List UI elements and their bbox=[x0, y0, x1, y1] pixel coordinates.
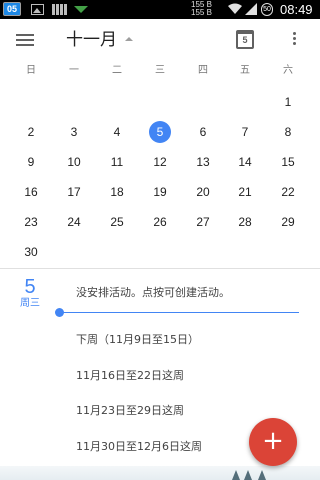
more-vert-icon[interactable] bbox=[288, 32, 300, 48]
calendar-day-selected[interactable]: 5 bbox=[145, 121, 175, 143]
weekday-header: 六 bbox=[283, 65, 293, 76]
calendar-day[interactable]: 18 bbox=[102, 181, 132, 203]
current-time-dot bbox=[55, 308, 64, 317]
calendar-day[interactable]: 29 bbox=[273, 211, 303, 233]
calendar-day[interactable]: 10 bbox=[59, 151, 89, 173]
agenda-date: 5 bbox=[24, 276, 36, 298]
calendar-day[interactable]: 26 bbox=[145, 211, 175, 233]
grid-icon bbox=[52, 4, 68, 15]
calendar-day[interactable]: 23 bbox=[16, 211, 46, 233]
weekday-header: 五 bbox=[240, 65, 250, 76]
signal-icon bbox=[245, 3, 257, 15]
tree-icon bbox=[244, 470, 252, 480]
calendar-day[interactable]: 7 bbox=[230, 121, 260, 143]
weekday-header: 一 bbox=[69, 65, 79, 76]
calendar-day[interactable]: 15 bbox=[273, 151, 303, 173]
calendar-day[interactable]: 21 bbox=[230, 181, 260, 203]
month-title[interactable]: 十一月 bbox=[66, 29, 117, 51]
weekday-header: 三 bbox=[155, 65, 165, 76]
dropdown-caret-icon[interactable] bbox=[125, 37, 133, 41]
bottom-illustration bbox=[0, 466, 320, 480]
calendar-day[interactable]: 16 bbox=[16, 181, 46, 203]
calendar-day[interactable]: 28 bbox=[230, 211, 260, 233]
no-events-message[interactable]: 没安排活动。点按可创建活动。 bbox=[76, 285, 230, 300]
battery-icon: 50 bbox=[261, 3, 273, 16]
calendar-day[interactable]: 11 bbox=[102, 151, 132, 173]
today-calendar-icon[interactable]: 5 bbox=[236, 30, 254, 49]
calendar-day[interactable]: 24 bbox=[59, 211, 89, 233]
calendar-day[interactable]: 14 bbox=[230, 151, 260, 173]
calendar-day[interactable]: 30 bbox=[16, 241, 46, 263]
calendar-day[interactable]: 12 bbox=[145, 151, 175, 173]
notification-badge: 05 bbox=[3, 2, 21, 16]
calendar-day[interactable]: 22 bbox=[273, 181, 303, 203]
calendar-day[interactable]: 8 bbox=[273, 121, 303, 143]
divider bbox=[0, 268, 320, 269]
calendar-day[interactable]: 6 bbox=[188, 121, 218, 143]
calendar-day[interactable]: 25 bbox=[102, 211, 132, 233]
calendar-day[interactable]: 3 bbox=[59, 121, 89, 143]
agenda-week-item[interactable]: 下周（11月9日至15日） bbox=[76, 332, 199, 347]
calendar-day[interactable]: 17 bbox=[59, 181, 89, 203]
calendar-day[interactable]: 4 bbox=[102, 121, 132, 143]
calendar-day[interactable]: 27 bbox=[188, 211, 218, 233]
agenda-weekday: 周三 bbox=[20, 298, 40, 309]
app-bar: 十一月 5 bbox=[0, 19, 320, 61]
current-time-line bbox=[58, 312, 299, 313]
calendar-day[interactable]: 13 bbox=[188, 151, 218, 173]
download-icon bbox=[74, 6, 88, 13]
image-icon bbox=[31, 4, 44, 15]
tree-icon bbox=[258, 470, 266, 480]
menu-icon[interactable] bbox=[16, 34, 34, 46]
calendar-day[interactable]: 20 bbox=[188, 181, 218, 203]
wifi-icon bbox=[228, 3, 242, 14]
tree-icon bbox=[232, 470, 240, 480]
agenda-week-item[interactable]: 11月23日至29日这周 bbox=[76, 403, 184, 418]
calendar-day[interactable]: 1 bbox=[273, 91, 303, 113]
calendar-day[interactable]: 9 bbox=[16, 151, 46, 173]
network-rate: 155 B 155 B bbox=[191, 1, 212, 17]
calendar-day[interactable]: 2 bbox=[16, 121, 46, 143]
create-event-button[interactable]: + bbox=[249, 418, 297, 466]
network-rate-down: 155 B bbox=[191, 8, 212, 17]
weekday-header: 二 bbox=[112, 65, 122, 76]
status-bar: 05 155 B 155 B 50 08:49 bbox=[0, 0, 320, 19]
calendar-day[interactable]: 19 bbox=[145, 181, 175, 203]
agenda-week-item[interactable]: 11月16日至22日这周 bbox=[76, 368, 184, 383]
agenda-week-item[interactable]: 11月30日至12月6日这周 bbox=[76, 439, 202, 454]
status-time: 08:49 bbox=[280, 2, 313, 17]
weekday-header: 四 bbox=[198, 65, 208, 76]
weekday-header: 日 bbox=[26, 65, 36, 76]
